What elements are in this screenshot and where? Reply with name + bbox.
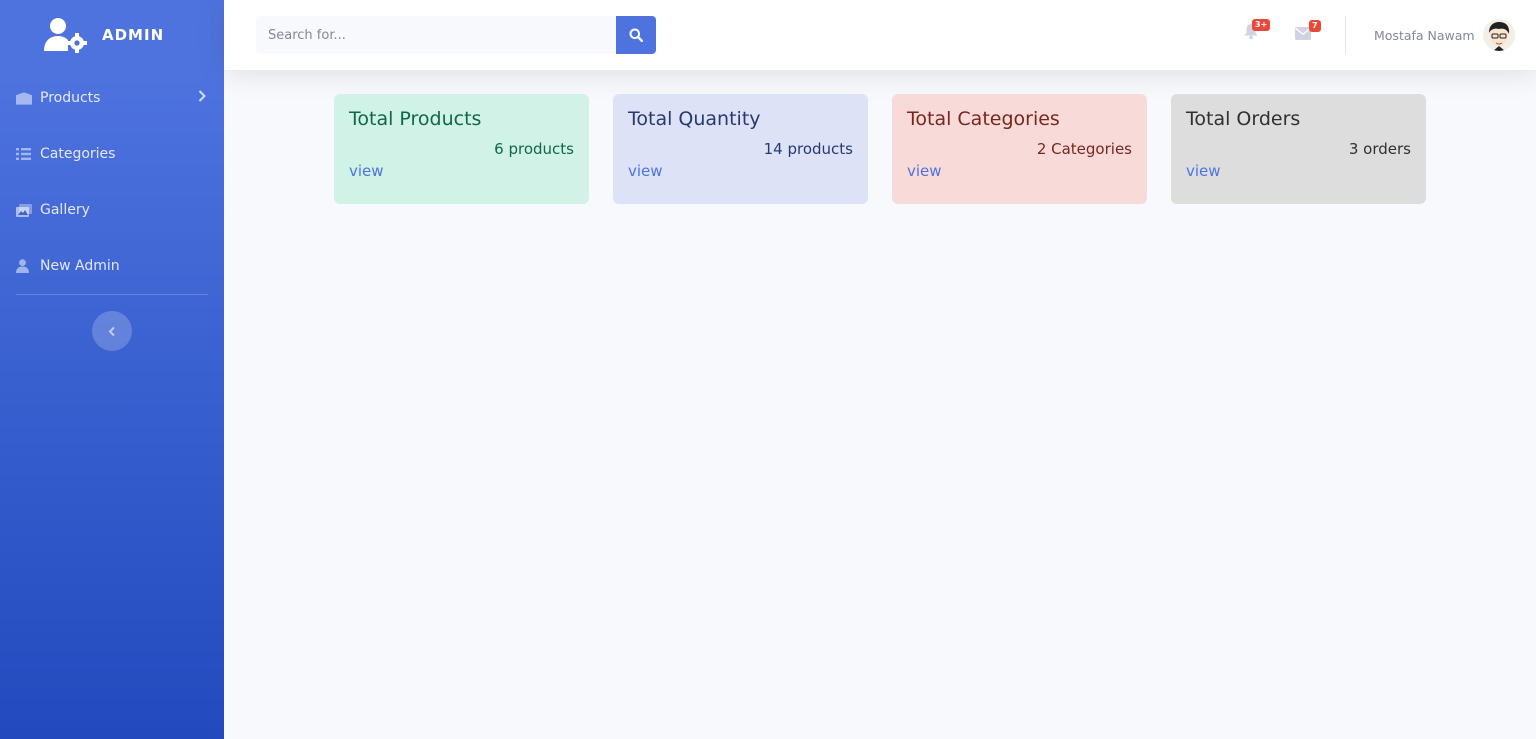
card-total-products: Total Products 6 products view: [334, 94, 589, 204]
avatar: [1482, 19, 1515, 51]
search-icon: [629, 28, 643, 42]
images-icon: [16, 203, 32, 217]
sidebar-item-gallery[interactable]: Gallery: [0, 182, 224, 238]
sidebar-item-new-admin[interactable]: New Admin: [0, 238, 224, 294]
card-title: Total Orders: [1186, 108, 1301, 130]
alerts-badge: 3+: [1252, 19, 1271, 31]
view-link[interactable]: view: [628, 162, 663, 180]
brand-title: ADMIN: [102, 26, 165, 44]
card-title: Total Quantity: [628, 108, 761, 130]
messages-dropdown[interactable]: 7: [1295, 20, 1321, 44]
user-name: Mostafa Nawam: [1374, 27, 1475, 43]
card-value: 3 orders: [1348, 140, 1411, 158]
card-value: 2 Categories: [1036, 140, 1132, 158]
card-title: Total Products: [349, 108, 482, 130]
user-cog-icon: [44, 18, 87, 53]
view-link[interactable]: view: [349, 162, 384, 180]
chevron-right-icon: [198, 90, 206, 106]
sidebar: ADMIN Products Categories Gallery New Ad…: [0, 0, 224, 739]
card-value: 14 products: [763, 140, 853, 158]
view-link[interactable]: view: [1186, 162, 1221, 180]
search-input[interactable]: [256, 16, 616, 54]
card-value: 6 products: [494, 140, 574, 158]
user-icon: [16, 259, 32, 273]
sidebar-item-label: Categories: [40, 146, 116, 162]
topbar-divider: [1345, 16, 1346, 54]
sidebar-item-label: New Admin: [40, 258, 120, 274]
card-total-orders: Total Orders 3 orders view: [1171, 94, 1426, 204]
search-button[interactable]: [616, 16, 656, 54]
card-title: Total Categories: [907, 108, 1060, 130]
topbar: 3+ 7 Mostafa Nawam: [224, 0, 1536, 70]
alerts-dropdown[interactable]: 3+: [1244, 19, 1271, 44]
card-total-quantity: Total Quantity 14 products view: [613, 94, 868, 204]
list-icon: [16, 147, 32, 161]
sidebar-item-categories[interactable]: Categories: [0, 126, 224, 182]
view-link[interactable]: view: [907, 162, 942, 180]
sidebar-item-label: Gallery: [40, 202, 90, 218]
card-total-categories: Total Categories 2 Categories view: [892, 94, 1147, 204]
sidebar-brand[interactable]: ADMIN: [0, 0, 224, 70]
avatar-image: [1482, 19, 1515, 51]
user-menu[interactable]: Mostafa Nawam: [1374, 18, 1515, 52]
products-icon: [16, 91, 32, 105]
sidebar-divider: [16, 294, 208, 295]
sidebar-toggle-button[interactable]: [92, 311, 132, 351]
chevron-left-icon: [108, 326, 115, 336]
sidebar-item-label: Products: [40, 90, 101, 106]
sidebar-item-products[interactable]: Products: [0, 70, 224, 126]
messages-badge: 7: [1309, 20, 1321, 32]
search-form: [256, 16, 656, 54]
